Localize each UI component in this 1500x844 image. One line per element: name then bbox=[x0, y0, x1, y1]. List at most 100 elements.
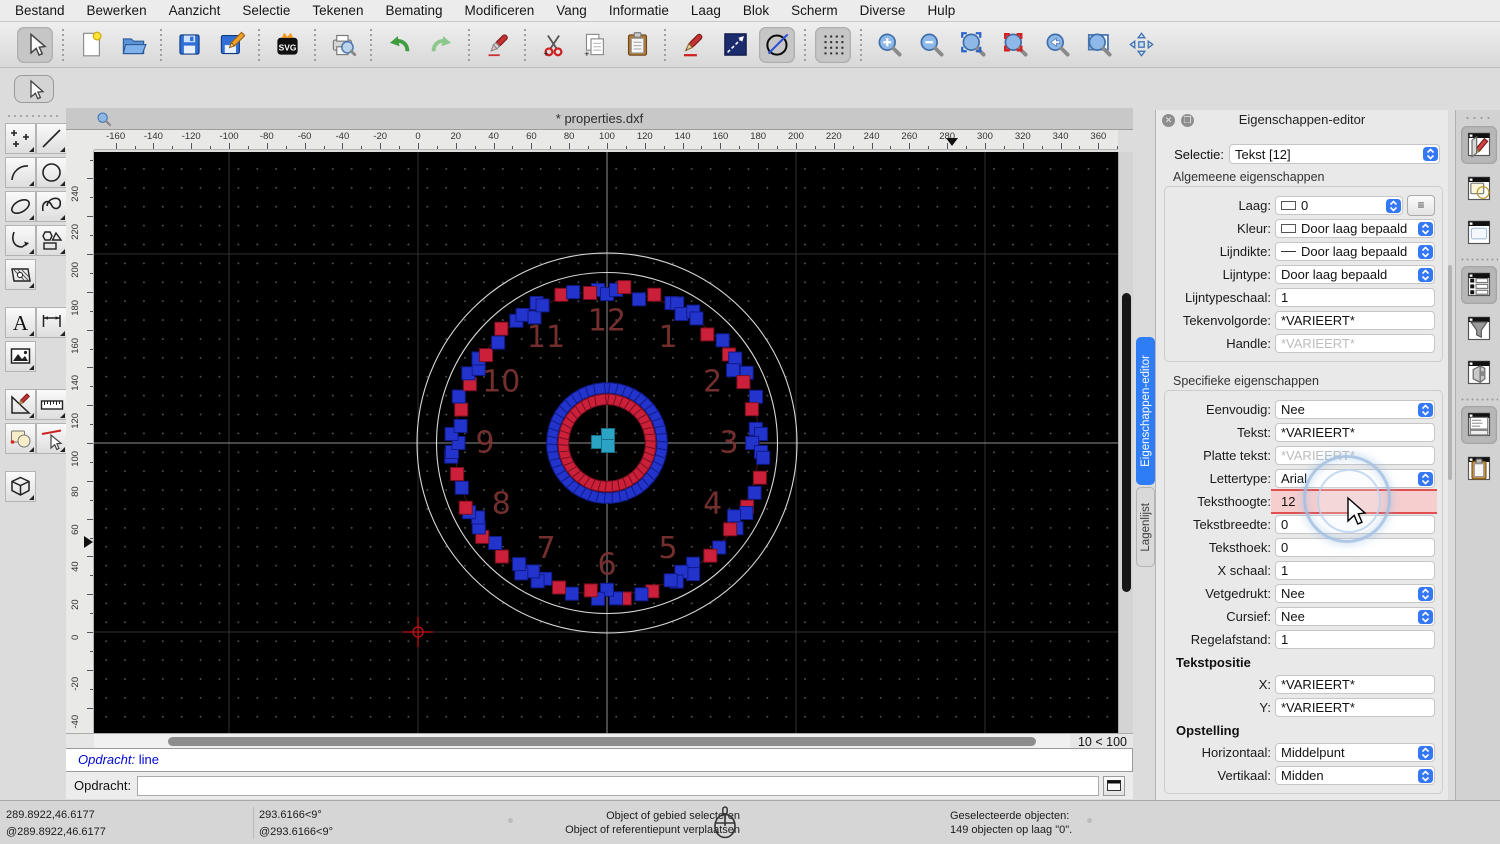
menu-bewerken[interactable]: Bewerken bbox=[76, 0, 158, 22]
shapes-tool-button[interactable] bbox=[36, 225, 67, 256]
handle-field[interactable]: *VARIEERT* bbox=[1275, 334, 1435, 353]
cube-tool-button[interactable] bbox=[5, 471, 36, 502]
horizontal-scrollbar[interactable]: 10 < 100 bbox=[66, 733, 1133, 749]
copy-button[interactable]: + bbox=[577, 27, 613, 63]
measure-tool-button[interactable] bbox=[36, 389, 67, 420]
vertikaal-dropdown[interactable]: Midden bbox=[1275, 766, 1435, 785]
block-tool-button[interactable] bbox=[5, 423, 36, 454]
horizontal-scrollbar-thumb[interactable] bbox=[168, 737, 1036, 746]
pointer-button[interactable] bbox=[17, 26, 53, 63]
command-input[interactable] bbox=[137, 775, 1100, 796]
line-tool-button[interactable] bbox=[36, 123, 67, 154]
points-tool-button[interactable] bbox=[5, 123, 36, 154]
dock-handle[interactable] bbox=[6, 114, 60, 118]
select-tool-button[interactable] bbox=[14, 75, 54, 103]
lijndikte-dropdown[interactable]: Door laag bepaald bbox=[1275, 242, 1435, 261]
view-list-dock-button[interactable] bbox=[1461, 354, 1497, 392]
menu-laag[interactable]: Laag bbox=[680, 0, 732, 22]
layer-menu-button[interactable]: ≡ bbox=[1407, 195, 1435, 216]
cut-button[interactable]: + bbox=[535, 27, 571, 63]
text-tool-button[interactable]: A bbox=[5, 307, 36, 338]
menu-diverse[interactable]: Diverse bbox=[849, 0, 917, 22]
laag-dropdown[interactable]: 0 bbox=[1275, 196, 1403, 215]
modify-tool-button[interactable] bbox=[5, 389, 36, 420]
menu-bestand[interactable]: Bestand bbox=[4, 0, 76, 22]
tab-eigenschappen-editor[interactable]: Eigenschappen-editor bbox=[1136, 337, 1155, 485]
zoom-out-button[interactable] bbox=[913, 27, 949, 63]
kleur-dropdown[interactable]: Door laag bepaald bbox=[1275, 219, 1435, 238]
zoom-redraw-button[interactable] bbox=[997, 27, 1033, 63]
open-file-button[interactable] bbox=[115, 27, 151, 63]
circle-tool-button[interactable] bbox=[36, 157, 67, 188]
polyline-tool-button[interactable] bbox=[5, 225, 36, 256]
clipboard-dock-button[interactable] bbox=[1461, 450, 1497, 488]
drawing-canvas[interactable]: 12 1 2 3 4 5 6 7 8 9 10 11 bbox=[94, 152, 1118, 733]
menu-hulp[interactable]: Hulp bbox=[916, 0, 966, 22]
x-field[interactable]: *VARIEERT* bbox=[1275, 675, 1435, 694]
keyboard-toggle-button[interactable] bbox=[1103, 775, 1126, 796]
lijntypeschaal-field[interactable]: 1 bbox=[1275, 288, 1435, 307]
block-list-dock-button[interactable] bbox=[1461, 170, 1497, 208]
grid-toggle-button[interactable] bbox=[815, 26, 851, 63]
library-browser-dock-button[interactable] bbox=[1461, 214, 1497, 252]
horizontaal-dropdown[interactable]: Middelpunt bbox=[1275, 743, 1435, 762]
selection-filter-dock-button[interactable] bbox=[1461, 310, 1497, 348]
save-as-button[interactable] bbox=[213, 27, 249, 63]
regelafstand-field[interactable]: 1 bbox=[1275, 630, 1435, 649]
menu-bemating[interactable]: Bemating bbox=[374, 0, 453, 22]
cursief-dropdown[interactable]: Nee bbox=[1275, 607, 1435, 626]
y-field[interactable]: *VARIEERT* bbox=[1275, 698, 1435, 717]
redo-button[interactable] bbox=[423, 27, 459, 63]
layer-list-dock-button[interactable] bbox=[1461, 266, 1497, 304]
menu-blok[interactable]: Blok bbox=[732, 0, 780, 22]
zoom-in-button[interactable] bbox=[871, 27, 907, 63]
zoom-window-button[interactable] bbox=[1081, 27, 1117, 63]
eraser-button[interactable] bbox=[479, 27, 515, 63]
properties-editor-dock-button[interactable] bbox=[1461, 126, 1497, 164]
save-button[interactable] bbox=[171, 27, 207, 63]
zoom-auto-button[interactable] bbox=[955, 27, 991, 63]
eenvoudig-dropdown[interactable]: Nee bbox=[1275, 400, 1435, 419]
arc-tool-button[interactable] bbox=[5, 157, 36, 188]
distance-line-button[interactable] bbox=[717, 27, 753, 63]
svg-export-button[interactable]: SVG bbox=[269, 27, 305, 63]
panel-close-icon[interactable]: ✕ bbox=[1162, 114, 1175, 127]
paste-button[interactable] bbox=[619, 27, 655, 63]
image-tool-button[interactable] bbox=[5, 341, 36, 372]
ellipse-tool-button[interactable] bbox=[5, 191, 36, 222]
hatch-tool-button[interactable] bbox=[5, 259, 36, 290]
dimension-tool-button[interactable] bbox=[36, 307, 67, 338]
zoom-pan-button[interactable] bbox=[1123, 27, 1159, 63]
zoom-previous-button[interactable] bbox=[1039, 27, 1075, 63]
x-schaal-field[interactable]: 1 bbox=[1275, 561, 1435, 580]
print-preview-button[interactable] bbox=[325, 27, 361, 63]
new-file-button[interactable] bbox=[73, 27, 109, 63]
circle-line-button[interactable] bbox=[759, 26, 795, 63]
menu-modificeren[interactable]: Modificeren bbox=[454, 0, 546, 22]
svg-text:1: 1 bbox=[658, 320, 677, 355]
modify-delete-tool-button[interactable] bbox=[36, 423, 67, 454]
menu-scherm[interactable]: Scherm bbox=[780, 0, 849, 22]
panel-float-icon[interactable]: ❐ bbox=[1181, 114, 1194, 127]
tekenvolgorde-field[interactable]: *VARIEERT* bbox=[1275, 311, 1435, 330]
pen-button[interactable] bbox=[675, 27, 711, 63]
vetgedrukt-dropdown[interactable]: Nee bbox=[1275, 584, 1435, 603]
command-line-dock-button[interactable] bbox=[1461, 406, 1497, 444]
menu-tekenen[interactable]: Tekenen bbox=[301, 0, 374, 22]
menu-selectie[interactable]: Selectie bbox=[231, 0, 301, 22]
tekst-field[interactable]: *VARIEERT* bbox=[1275, 423, 1435, 442]
selection-dropdown[interactable]: Tekst [12] bbox=[1229, 144, 1440, 164]
vertical-scrollbar[interactable] bbox=[1118, 152, 1133, 733]
menu-informatie[interactable]: Informatie bbox=[598, 0, 680, 22]
lijntype-dropdown[interactable]: Door laag bepaald bbox=[1275, 265, 1435, 284]
vertical-scrollbar-thumb[interactable] bbox=[1122, 293, 1131, 592]
menu-vang[interactable]: Vang bbox=[545, 0, 598, 22]
undo-button[interactable] bbox=[381, 27, 417, 63]
panel-scrollbar-thumb[interactable] bbox=[1448, 265, 1452, 480]
svg-text:6: 6 bbox=[597, 548, 616, 583]
x-schaal-value: 1 bbox=[1281, 563, 1289, 578]
tab-lagenlijst[interactable]: Lagenlijst bbox=[1136, 487, 1155, 567]
spline-tool-button[interactable] bbox=[36, 191, 67, 222]
menu-aanzicht[interactable]: Aanzicht bbox=[158, 0, 232, 22]
horizontal-scrollbar-track[interactable] bbox=[94, 734, 1070, 749]
